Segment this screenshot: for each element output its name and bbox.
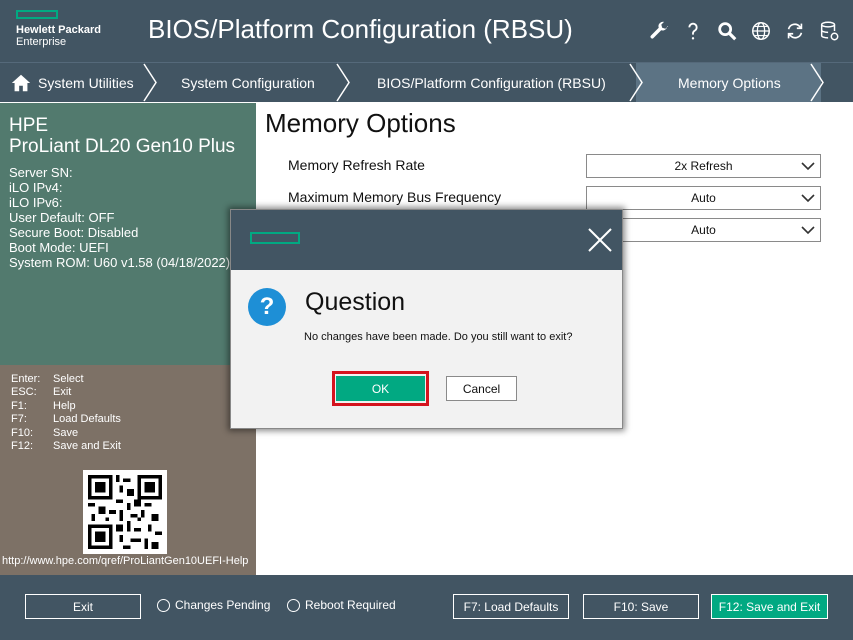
cancel-button[interactable]: Cancel (446, 376, 517, 401)
server-info-line: System ROM: U60 v1.58 (04/18/2022) (9, 255, 231, 270)
breadcrumb-label: System Configuration (181, 74, 315, 91)
chevron-down-icon (801, 226, 815, 235)
load-defaults-button[interactable]: F7: Load Defaults (453, 594, 569, 619)
page-title: Memory Options (265, 108, 456, 138)
hotkey-row: F12: Save and Exit (11, 440, 121, 453)
breadcrumb-item-memory-options[interactable]: Memory Options (678, 63, 781, 102)
hpe-logo: Hewlett Packard Enterprise (16, 10, 126, 52)
select-value: Auto (691, 223, 716, 237)
breadcrumb-item-bios-platform-configuration[interactable]: BIOS/Platform Configuration (RBSU) (377, 63, 606, 102)
hpe-logo-bar (16, 10, 58, 19)
footer-bar: Exit Changes Pending Reboot Required F7:… (0, 575, 853, 640)
option-label-memory-refresh-rate: Memory Refresh Rate (288, 157, 425, 173)
dialog-title: Question (305, 288, 406, 316)
hotkey-key: F1: (11, 399, 27, 412)
server-info-line: iLO IPv4: (9, 180, 63, 195)
globe-icon[interactable] (749, 18, 773, 44)
select-value: 2x Refresh (674, 159, 733, 173)
hotkey-row: F10: Save (11, 427, 121, 440)
server-info-line: Secure Boot: Disabled (9, 225, 139, 240)
hotkey-key: F12: (11, 440, 34, 453)
breadcrumb-item-system-utilities[interactable]: System Utilities (10, 63, 134, 102)
server-info-line: User Default: OFF (9, 210, 115, 225)
hotkeys-panel: Enter: Select ESC: Exit F1: Help F7: Load De… (0, 365, 256, 575)
wrench-icon[interactable] (647, 18, 671, 44)
breadcrumb-label: BIOS/Platform Configuration (RBSU) (377, 74, 606, 91)
search-icon[interactable] (715, 18, 739, 44)
save-button[interactable]: F10: Save (583, 594, 699, 619)
dialog-header (231, 210, 622, 270)
breadcrumb-label: System Utilities (38, 74, 134, 91)
server-info-panel: HPE ProLiant DL20 Gen10 Plus Server SN: … (0, 103, 256, 365)
question-dialog: ? Question No changes have been made. Do… (230, 209, 623, 429)
database-icon[interactable] (817, 18, 841, 44)
memory-refresh-rate-select[interactable]: 2x Refresh (586, 154, 821, 178)
question-icon: ? (248, 288, 286, 326)
server-vendor: HPE (9, 115, 49, 136)
select-value: Auto (691, 191, 716, 205)
hotkey-row: Enter: Select (11, 373, 121, 386)
hotkey-key: F7: (11, 413, 27, 426)
dialog-message: No changes have been made. Do you still … (304, 331, 573, 343)
hotkey-action: Exit (53, 386, 72, 399)
hotkey-action: Save and Exit (53, 440, 121, 453)
maximum-memory-bus-frequency-select[interactable]: Auto (586, 186, 821, 210)
server-info-line: Boot Mode: UEFI (9, 240, 109, 255)
option-label-maximum-memory-bus-frequency: Maximum Memory Bus Frequency (288, 189, 502, 205)
exit-button[interactable]: Exit (25, 594, 141, 619)
server-info-line: Server SN: (9, 165, 73, 180)
app-header: Hewlett Packard Enterprise BIOS/Platform… (0, 0, 853, 62)
qr-code-icon (83, 470, 167, 554)
reboot-required-label: Reboot Required (305, 598, 396, 612)
ok-button[interactable]: OK (336, 376, 425, 401)
breadcrumb-item-system-configuration[interactable]: System Configuration (181, 63, 315, 102)
hotkey-key: ESC: (11, 386, 37, 399)
save-and-exit-button[interactable]: F12: Save and Exit (711, 594, 828, 619)
hotkey-action: Select (53, 373, 84, 385)
logo-line-2: Enterprise (16, 36, 67, 48)
changes-pending-indicator: Changes Pending (157, 598, 270, 612)
hotkey-action: Load Defaults (53, 413, 121, 426)
help-url[interactable]: http://www.hpe.com/qref/ProLiantGen10UEF… (2, 555, 248, 567)
help-icon[interactable] (681, 18, 705, 44)
hotkey-action: Help (53, 399, 76, 412)
refresh-icon[interactable] (783, 18, 807, 44)
hotkey-key: F10: (11, 426, 34, 439)
radio-circle-icon (157, 598, 170, 612)
hpe-logo-icon (250, 232, 300, 244)
breadcrumb: System Utilities System Configuration BI… (0, 62, 853, 102)
close-icon[interactable] (586, 226, 614, 254)
radio-circle-icon (287, 598, 300, 612)
logo-line-1: Hewlett Packard (16, 24, 101, 36)
chevron-down-icon (801, 162, 815, 171)
app-title: BIOS/Platform Configuration (RBSU) (148, 14, 573, 44)
hotkey-row: F1: Help (11, 400, 121, 413)
chevron-right-icon (336, 63, 350, 102)
changes-pending-label: Changes Pending (175, 598, 271, 612)
chevron-down-icon (801, 194, 815, 203)
hotkey-key: Enter: (11, 373, 41, 385)
hotkey-row: ESC: Exit (11, 386, 121, 399)
chevron-right-icon (629, 63, 643, 102)
chevron-right-icon (810, 63, 824, 102)
hotkey-action: Save (53, 426, 79, 439)
server-model: ProLiant DL20 Gen10 Plus (9, 136, 236, 157)
reboot-required-indicator: Reboot Required (287, 598, 396, 612)
chevron-right-icon (143, 63, 157, 102)
server-info-line: iLO IPv6: (9, 195, 63, 210)
home-icon (11, 74, 31, 91)
hotkey-row: F7: Load Defaults (11, 413, 121, 426)
breadcrumb-label: Memory Options (678, 74, 781, 91)
